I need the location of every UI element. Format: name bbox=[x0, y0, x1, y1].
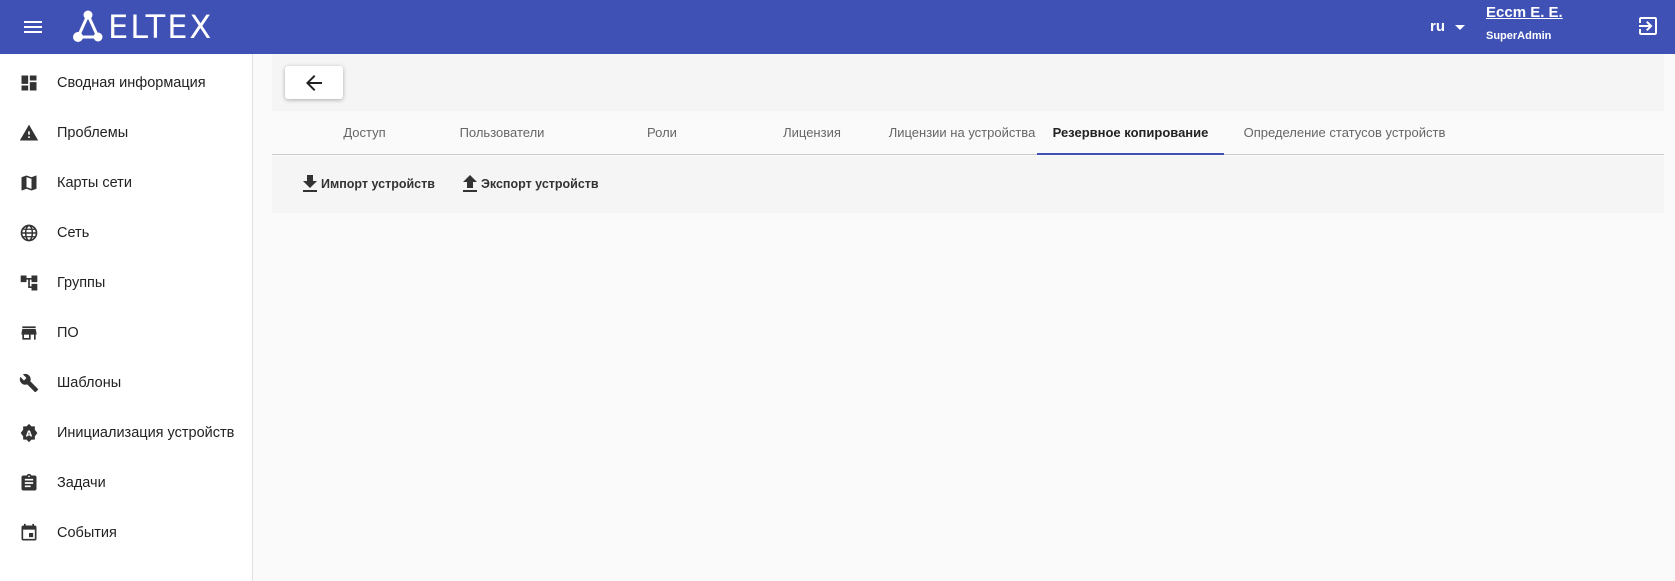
store-icon bbox=[21, 326, 37, 340]
sidebar-item-label: Шаблоны bbox=[57, 375, 122, 391]
dashboard-icon bbox=[21, 75, 37, 91]
caret-down-icon bbox=[1455, 25, 1465, 30]
globe-icon bbox=[20, 224, 38, 242]
upload-icon bbox=[463, 175, 477, 192]
tab-license[interactable]: Лицензия bbox=[742, 112, 882, 155]
sidebar-item-tasks[interactable]: Задачи bbox=[0, 458, 252, 508]
calendar-icon bbox=[21, 523, 37, 541]
hierarchy-icon bbox=[20, 275, 38, 291]
import-devices-label: Импорт устройств bbox=[321, 177, 435, 191]
eltex-logo-icon bbox=[73, 10, 103, 42]
logout-icon[interactable] bbox=[1636, 14, 1660, 38]
sidebar-item-label: Группы bbox=[57, 275, 106, 291]
init-icon: A bbox=[20, 423, 38, 443]
user-name-link[interactable]: Eccm E. E. bbox=[1486, 3, 1563, 23]
tab-backup[interactable]: Резервное копирование bbox=[1037, 112, 1224, 155]
menu-icon[interactable] bbox=[20, 14, 46, 40]
sidebar-item-software[interactable]: ПО bbox=[0, 308, 252, 358]
clipboard-icon bbox=[21, 473, 37, 491]
sidebar-item-label: Инициализация устройств bbox=[57, 425, 235, 441]
tab-roles[interactable]: Роли bbox=[597, 112, 727, 155]
arrow-back-icon bbox=[306, 75, 322, 91]
sidebar: Сводная информация Проблемы Карты сети С… bbox=[0, 54, 253, 581]
sidebar-item-groups[interactable]: Группы bbox=[0, 258, 252, 308]
tab-device-status[interactable]: Определение статусов устройств bbox=[1227, 112, 1462, 155]
settings-tabs: Доступ Пользователи Роли Лицензия Лиценз… bbox=[272, 112, 1664, 155]
language-selector[interactable]: ru bbox=[1430, 14, 1465, 38]
download-icon bbox=[303, 175, 317, 192]
sidebar-item-label: Сеть bbox=[57, 225, 90, 241]
sidebar-item-summary[interactable]: Сводная информация bbox=[0, 58, 252, 108]
sidebar-item-label: Карты сети bbox=[57, 175, 132, 191]
sidebar-item-events[interactable]: События bbox=[0, 508, 252, 558]
sidebar-item-label: Задачи bbox=[57, 475, 106, 491]
export-devices-button[interactable]: Экспорт устройств bbox=[462, 172, 599, 196]
top-app-bar: ELTEX ru Eccm E. E. SuperAdmin bbox=[0, 0, 1675, 54]
tab-device-licenses[interactable]: Лицензии на устройства bbox=[867, 112, 1057, 155]
back-button[interactable] bbox=[285, 66, 343, 99]
sidebar-item-label: События bbox=[57, 525, 117, 541]
sidebar-item-label: ПО bbox=[57, 325, 79, 341]
sidebar-item-network[interactable]: Сеть bbox=[0, 208, 252, 258]
tab-access[interactable]: Доступ bbox=[312, 112, 417, 155]
wrench-icon bbox=[19, 373, 39, 393]
brand-logo: ELTEX bbox=[70, 6, 213, 48]
import-devices-button[interactable]: Импорт устройств bbox=[302, 172, 435, 196]
sidebar-item-problems[interactable]: Проблемы bbox=[0, 108, 252, 158]
brand-name: ELTEX bbox=[108, 8, 214, 46]
language-value: ru bbox=[1430, 17, 1445, 35]
tab-users[interactable]: Пользователи bbox=[432, 112, 572, 155]
sidebar-item-label: Сводная информация bbox=[57, 75, 206, 91]
back-bar bbox=[272, 54, 1664, 111]
svg-text:A: A bbox=[26, 428, 33, 438]
user-info: Eccm E. E. SuperAdmin bbox=[1486, 3, 1563, 42]
map-icon bbox=[21, 175, 37, 191]
sidebar-item-templates[interactable]: Шаблоны bbox=[0, 358, 252, 408]
warning-icon bbox=[19, 124, 39, 141]
sidebar-item-label: Проблемы bbox=[57, 125, 129, 141]
sidebar-item-network-maps[interactable]: Карты сети bbox=[0, 158, 252, 208]
user-role: SuperAdmin bbox=[1486, 30, 1552, 42]
sidebar-item-device-init[interactable]: A Инициализация устройств bbox=[0, 408, 252, 458]
export-devices-label: Экспорт устройств bbox=[481, 177, 599, 191]
